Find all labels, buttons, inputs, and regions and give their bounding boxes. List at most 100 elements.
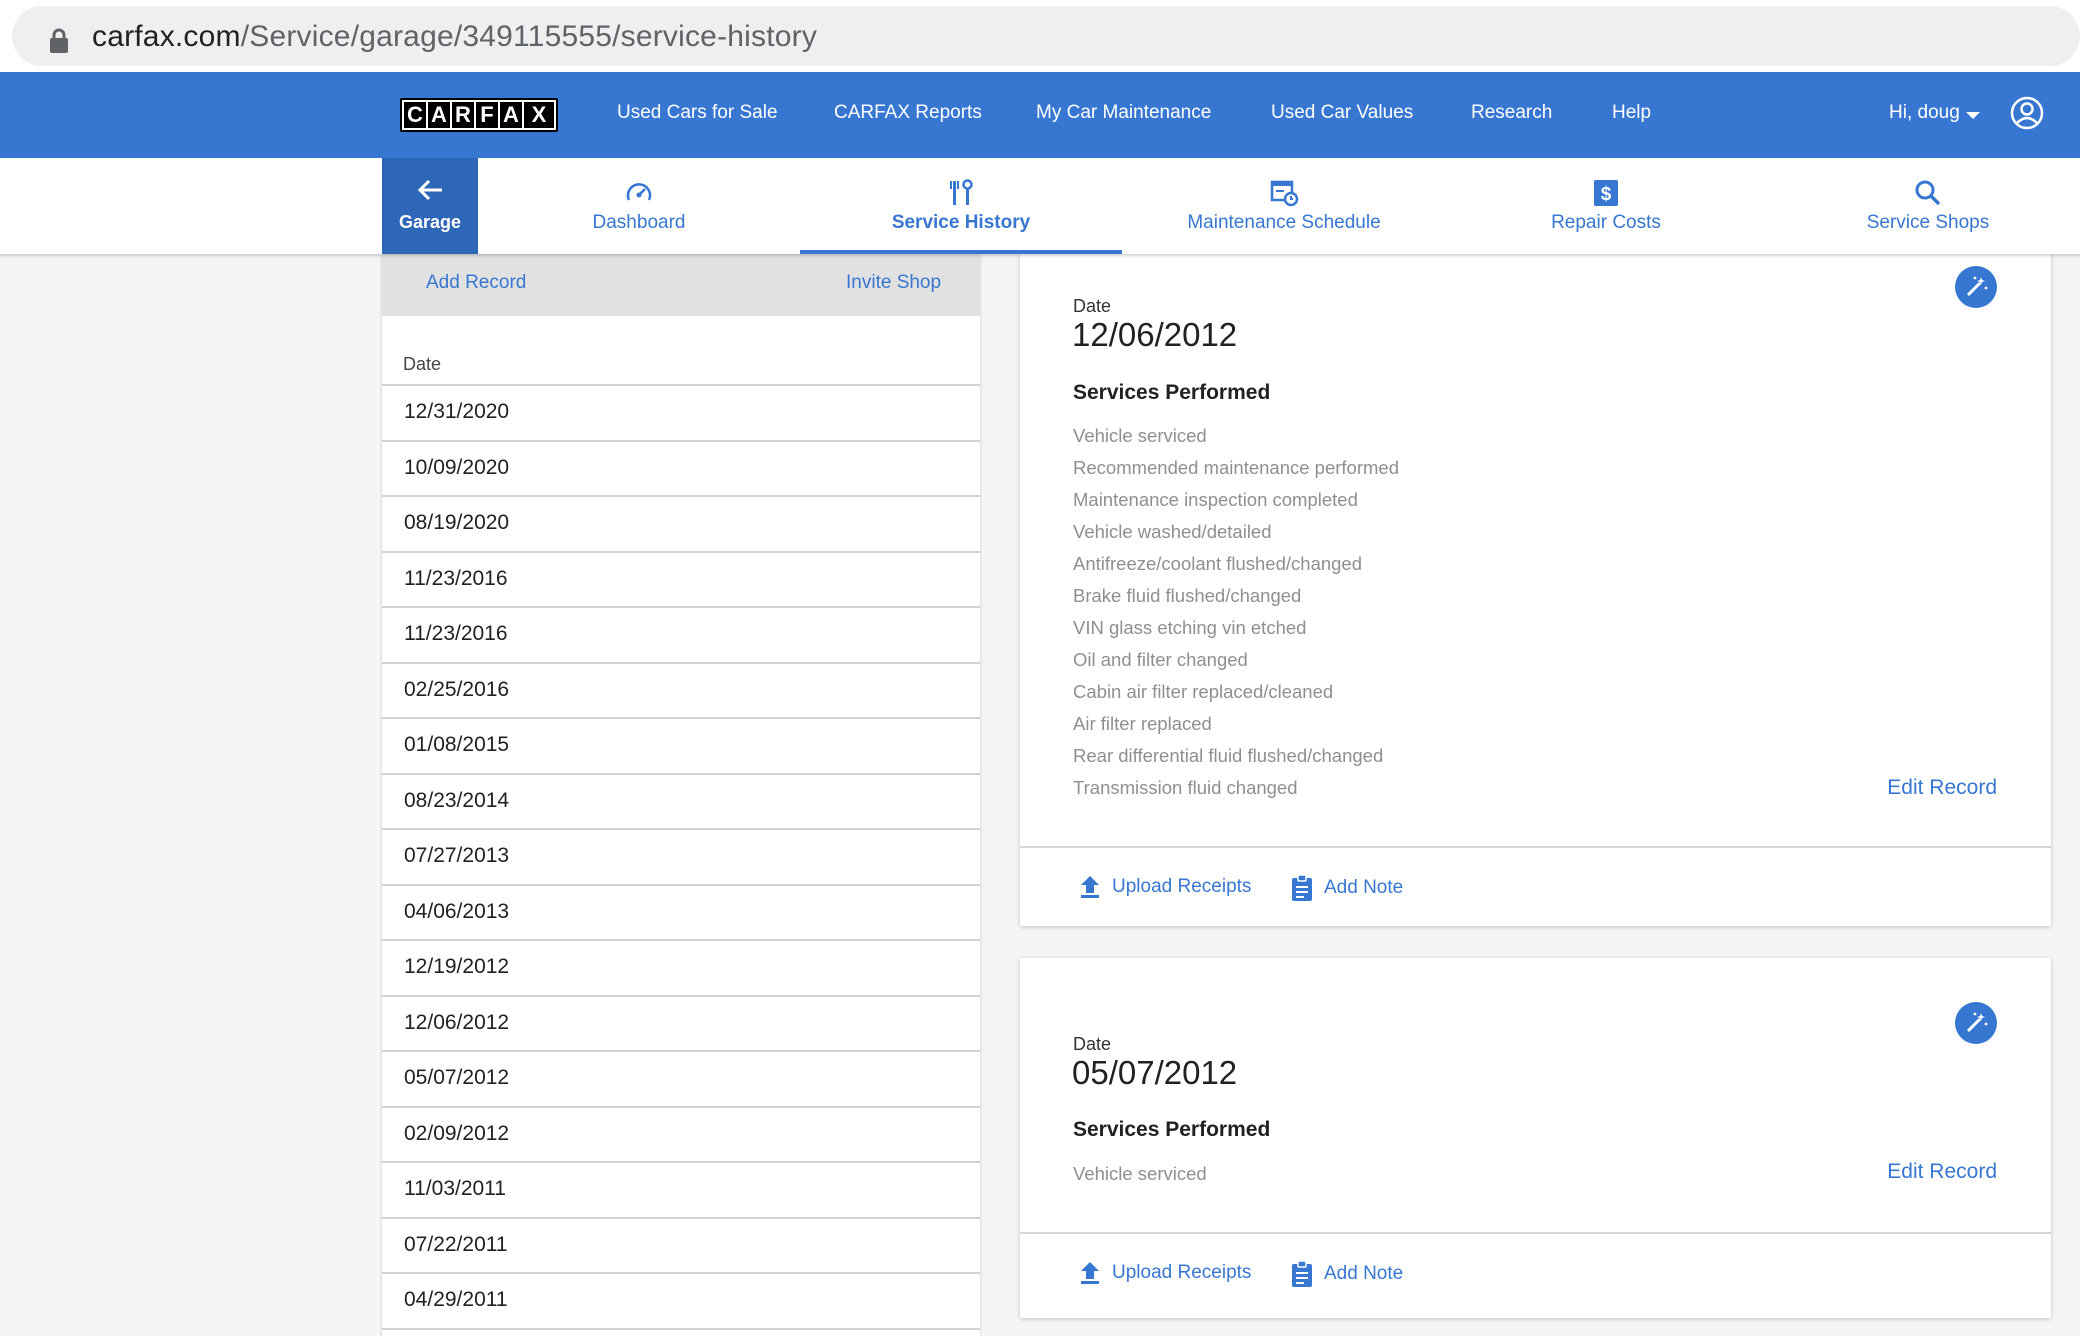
account-icon[interactable] bbox=[2010, 96, 2044, 130]
tab-service-shops[interactable]: Service Shops bbox=[1766, 158, 2080, 254]
tab-dashboard-label: Dashboard bbox=[592, 212, 686, 233]
date-list-item[interactable]: 12/19/2012 bbox=[382, 941, 980, 997]
clipboard-icon bbox=[1292, 1260, 1312, 1287]
service-item: VIN glass etching vin etched bbox=[1073, 617, 1307, 638]
url-text: carfax.com/Service/garage/349115555/serv… bbox=[92, 20, 817, 54]
date-list: 12/31/2020 10/09/2020 08/19/2020 11/23/2… bbox=[382, 384, 980, 1330]
date-list-item[interactable]: 11/03/2011 bbox=[382, 1163, 980, 1219]
service-item: Vehicle serviced bbox=[1073, 425, 1207, 446]
edit-record-link[interactable]: Edit Record bbox=[1887, 1160, 1997, 1184]
address-bar[interactable]: carfax.com/Service/garage/349115555/serv… bbox=[12, 6, 2080, 66]
tab-service-history-label: Service History bbox=[891, 212, 1031, 233]
auto-fill-button[interactable] bbox=[1955, 266, 1997, 308]
garage-label: Garage bbox=[398, 212, 462, 232]
lock-icon bbox=[50, 28, 68, 53]
tab-dashboard[interactable]: Dashboard bbox=[478, 158, 800, 254]
magic-wand-icon bbox=[1966, 1012, 1988, 1033]
add-record-button[interactable]: Add Record bbox=[426, 272, 526, 294]
schedule-icon bbox=[1270, 180, 1299, 207]
tab-maintenance-schedule-label: Maintenance Schedule bbox=[1187, 212, 1381, 233]
nav-help[interactable]: Help bbox=[1612, 102, 1651, 124]
date-list-item[interactable]: 01/08/2015 bbox=[382, 719, 980, 775]
service-item: Maintenance inspection completed bbox=[1073, 489, 1358, 510]
tab-maintenance-schedule[interactable]: Maintenance Schedule bbox=[1122, 158, 1446, 254]
invite-shop-button[interactable]: Invite Shop bbox=[846, 272, 941, 294]
date-list-item[interactable]: 11/23/2016 bbox=[382, 553, 980, 608]
upload-icon bbox=[1081, 876, 1099, 898]
svg-text:$: $ bbox=[1601, 184, 1612, 205]
url-host: carfax.com bbox=[92, 20, 241, 53]
date-list-item[interactable]: 12/06/2012 bbox=[382, 997, 980, 1052]
nav-used-car-values[interactable]: Used Car Values bbox=[1271, 102, 1413, 124]
add-note-button[interactable]: Add Note bbox=[1290, 874, 1403, 902]
garage-back-button[interactable]: Garage bbox=[382, 158, 478, 254]
auto-fill-button[interactable] bbox=[1955, 1002, 1997, 1044]
top-navbar: CARFAX Used Cars for Sale CARFAX Reports… bbox=[0, 72, 2080, 158]
upload-icon bbox=[1081, 1262, 1099, 1284]
arrow-left-icon bbox=[417, 179, 442, 201]
speedometer-icon bbox=[626, 183, 652, 201]
service-item: Rear differential fluid flushed/changed bbox=[1073, 745, 1384, 766]
date-list-item[interactable]: 08/19/2020 bbox=[382, 497, 980, 553]
upload-receipts-label: Upload Receipts bbox=[1112, 876, 1252, 897]
service-item: Vehicle serviced bbox=[1073, 1163, 1207, 1184]
browser-toolbar: carfax.com/Service/garage/349115555/serv… bbox=[0, 0, 2080, 72]
nav-carfax-reports[interactable]: CARFAX Reports bbox=[834, 102, 982, 124]
service-item: Antifreeze/coolant flushed/changed bbox=[1073, 553, 1363, 574]
tab-repair-costs-label: Repair Costs bbox=[1551, 212, 1661, 233]
date-list-item[interactable]: 02/09/2012 bbox=[382, 1108, 980, 1163]
service-item: Air filter replaced bbox=[1073, 713, 1212, 734]
tab-repair-costs[interactable]: $ Repair Costs bbox=[1446, 158, 1766, 254]
upload-receipts-button[interactable]: Upload Receipts bbox=[1078, 1260, 1251, 1286]
dollar-icon: $ bbox=[1594, 180, 1618, 206]
record-date: 12/06/2012 bbox=[1072, 316, 1238, 353]
service-item: Oil and filter changed bbox=[1073, 649, 1248, 670]
service-record-card: Date 12/06/2012 Services Performed Vehic… bbox=[1020, 254, 2051, 926]
service-item: Vehicle washed/detailed bbox=[1073, 521, 1272, 542]
magic-wand-icon bbox=[1966, 276, 1988, 297]
nav-research[interactable]: Research bbox=[1471, 102, 1552, 124]
date-list-item[interactable]: 11/23/2016 bbox=[382, 608, 980, 664]
tab-service-history[interactable]: Service History bbox=[800, 158, 1122, 254]
date-list-item[interactable]: 12/31/2020 bbox=[382, 386, 980, 442]
service-item: Recommended maintenance performed bbox=[1073, 457, 1399, 478]
date-list-item[interactable]: 04/06/2013 bbox=[382, 886, 980, 941]
add-note-label: Add Note bbox=[1324, 877, 1404, 898]
date-list-item[interactable]: 07/22/2011 bbox=[382, 1219, 980, 1274]
date-list-item[interactable]: 10/09/2020 bbox=[382, 442, 980, 497]
service-item: Cabin air filter replaced/cleaned bbox=[1073, 681, 1334, 702]
card-divider bbox=[1020, 846, 2051, 848]
nav-my-car-maintenance[interactable]: My Car Maintenance bbox=[1036, 102, 1211, 124]
edit-record-link[interactable]: Edit Record bbox=[1887, 776, 1997, 800]
sidebar-actions: Add Record Invite Shop bbox=[382, 254, 980, 316]
date-list-item[interactable]: 08/23/2014 bbox=[382, 775, 980, 830]
user-menu[interactable]: Hi, doug bbox=[1889, 102, 1960, 124]
services-performed-heading: Services Performed bbox=[1073, 1118, 1271, 1141]
record-date-label: Date bbox=[1073, 1034, 1112, 1054]
record-date-label: Date bbox=[1073, 296, 1112, 316]
tools-icon bbox=[950, 179, 973, 205]
carfax-logo[interactable]: CARFAX bbox=[400, 98, 558, 132]
date-list-item[interactable]: 05/07/2012 bbox=[382, 1052, 980, 1108]
service-record-card: Date 05/07/2012 Services Performed Vehic… bbox=[1020, 958, 2051, 1318]
add-note-button[interactable]: Add Note bbox=[1290, 1260, 1403, 1288]
services-list: Vehicle serviced Recommended maintenance… bbox=[1073, 420, 1399, 804]
date-column-header: Date bbox=[403, 354, 442, 374]
tab-service-shops-label: Service Shops bbox=[1866, 212, 1990, 233]
date-list-item[interactable]: 04/29/2011 bbox=[382, 1274, 980, 1330]
record-date: 05/07/2012 bbox=[1072, 1054, 1238, 1091]
clipboard-icon bbox=[1292, 874, 1312, 901]
search-icon bbox=[1915, 180, 1941, 206]
date-list-item[interactable]: 02/25/2016 bbox=[382, 664, 980, 719]
nav-used-cars[interactable]: Used Cars for Sale bbox=[617, 102, 778, 124]
date-list-item[interactable]: 07/27/2013 bbox=[382, 830, 980, 886]
service-history-sidebar: Add Record Invite Shop Date 12/31/2020 1… bbox=[382, 254, 980, 1336]
sub-navigation: Garage Dashboard Service History Mainten… bbox=[0, 158, 2080, 254]
url-path: /Service/garage/349115555/service-histor… bbox=[240, 20, 818, 53]
upload-receipts-button[interactable]: Upload Receipts bbox=[1078, 874, 1251, 900]
service-item: Brake fluid flushed/changed bbox=[1073, 585, 1302, 606]
add-note-label: Add Note bbox=[1324, 1263, 1404, 1284]
services-list: Vehicle serviced bbox=[1073, 1158, 1207, 1190]
services-performed-heading: Services Performed bbox=[1073, 381, 1271, 404]
chevron-down-icon[interactable] bbox=[1966, 112, 1980, 119]
